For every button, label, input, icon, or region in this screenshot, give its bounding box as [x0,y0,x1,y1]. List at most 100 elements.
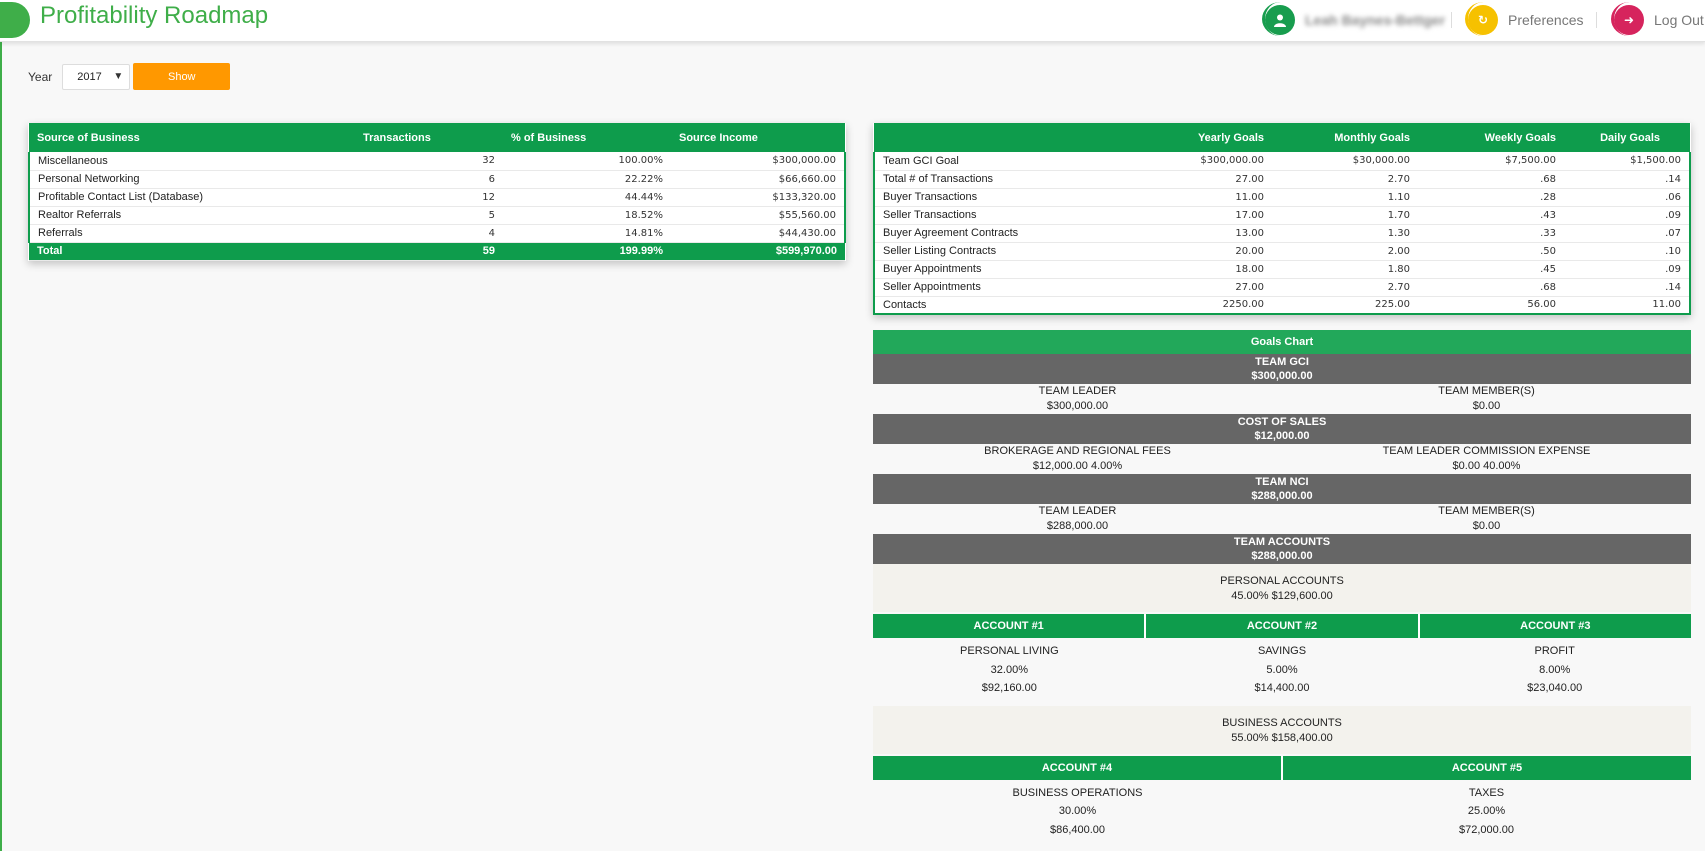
col-income: Source Income [671,123,845,152]
logo-tab[interactable] [0,2,30,38]
table-cell-transactions: 32 [355,152,503,171]
table-cell-daily: .09 [1564,260,1691,279]
account-5-details: TAXES 25.00% $72,000.00 [1282,784,1691,840]
table-cell-yearly: 11.00 [1126,188,1272,207]
refresh-icon: ↻ [1465,2,1498,36]
table-cell-source: Profitable Contact List (Database) [28,188,355,207]
total-income: $599,970.00 [671,242,845,261]
cost-split-brokerage: BROKERAGE AND REGIONAL FEES $12,000.00 4… [873,444,1282,474]
table-cell-percent: 14.81% [503,224,671,243]
year-value: 2017 [77,70,102,83]
table-cell-weekly: 56.00 [1418,296,1564,315]
table-row: Seller Listing Contracts 20.00 2.00.50.10 [873,242,1691,261]
team-nci-block: TEAM NCI $288,000.00 [873,474,1691,504]
table-cell-daily: 11.00 [1564,296,1691,315]
total-label: Total [29,242,355,261]
table-cell-name: Seller Appointments [873,278,1126,297]
account-amount: $92,160.00 [981,682,1037,694]
table-cell-name: Team GCI Goal [873,152,1126,171]
show-button[interactable]: Show [133,63,231,90]
total-row: Total 59 199.99% $599,970.00 [29,242,845,261]
account-4-header: ACCOUNT #4 [873,755,1283,780]
logout-icon: ➜ [1611,2,1644,36]
team-gci-label: TEAM GCI [1255,356,1309,368]
team-gci-block: TEAM GCI $300,000.00 [873,354,1691,384]
table-header-row: Source of Business Transactions % of Bus… [29,123,845,152]
total-transactions: 59 [355,242,503,261]
table-cell-name: Seller Transactions [873,206,1126,225]
cost-split: BROKERAGE AND REGIONAL FEES $12,000.00 4… [873,444,1691,474]
team-nci-value: $288,000.00 [1251,490,1313,502]
table-cell-yearly: 20.00 [1126,242,1272,261]
split-label: TEAM MEMBER(S) [1438,385,1535,397]
split-value: $12,000.00 4.00% [1032,460,1123,472]
table-cell-daily: .07 [1564,224,1691,243]
cost-split-commission: TEAM LEADER COMMISSION EXPENSE $0.00 40.… [1282,444,1691,474]
team-accounts-value: $288,000.00 [1251,550,1313,562]
gci-split-leader: TEAM LEADER $300,000.00 [873,384,1282,414]
user-icon [1262,2,1295,36]
table-row: Buyer Appointments 18.00 1.80.45.09 [873,260,1691,279]
split-value: $0.00 [1472,520,1501,532]
preferences-link[interactable]: ↻ Preferences [1465,2,1584,36]
table-cell-yearly: $300,000.00 [1126,152,1272,171]
table-cell-yearly: 13.00 [1126,224,1272,243]
business-account-details: BUSINESS OPERATIONS 30.00% $86,400.00 TA… [873,780,1691,848]
table-cell-yearly: 27.00 [1126,170,1272,189]
table-cell-weekly: .43 [1418,206,1564,225]
table-row: Seller Appointments 27.00 2.70.68.14 [873,278,1691,297]
user-menu[interactable]: Leah Baynes-Bettger [1262,2,1446,36]
gci-split-members: TEAM MEMBER(S) $0.00 [1282,384,1691,414]
table-cell-percent: 100.00% [503,152,671,171]
nci-split: TEAM LEADER $288,000.00 TEAM MEMBER(S) $… [873,504,1691,534]
business-accounts-block: BUSINESS ACCOUNTS 55.00% $158,400.00 [873,705,1691,754]
goals-chart-title: Goals Chart [873,330,1691,354]
account-amount: $72,000.00 [1458,823,1515,836]
table-cell-yearly: 2250.00 [1126,296,1272,315]
table-cell-monthly: 1.80 [1272,260,1418,279]
table-cell-weekly: .50 [1418,242,1564,261]
table-cell-income: $133,320.00 [671,188,846,207]
table-row: Realtor Referrals 5 18.52% $55,560.00 [28,206,846,225]
table-cell-weekly: .33 [1418,224,1564,243]
preferences-label: Preferences [1508,12,1584,28]
personal-accounts-value: 45.00% $129,600.00 [1231,590,1333,602]
table-cell-monthly: 2.00 [1272,242,1418,261]
table-cell-weekly: .28 [1418,188,1564,207]
account-name: BUSINESS OPERATIONS [1012,786,1143,799]
account-3-details: PROFIT 8.00% $23,040.00 [1418,642,1691,698]
business-accounts-label: BUSINESS ACCOUNTS [1222,716,1342,729]
table-cell-percent: 22.22% [503,170,671,189]
col-weekly: Weekly Goals [1418,123,1564,152]
gci-split: TEAM LEADER $300,000.00 TEAM MEMBER(S) $… [873,384,1691,414]
team-nci-label: TEAM NCI [1255,476,1309,488]
table-cell-source: Personal Networking [28,170,355,189]
col-transactions: Transactions [355,123,503,152]
account-3-header: ACCOUNT #3 [1419,614,1691,638]
table-cell-weekly: .68 [1418,278,1564,297]
col-monthly: Monthly Goals [1272,123,1418,152]
table-row: Miscellaneous 32 100.00% $300,000.00 [28,152,846,171]
table-cell-daily: .06 [1564,188,1691,207]
table-cell-monthly: 2.70 [1272,170,1418,189]
logout-link[interactable]: ➜ Log Out [1611,2,1704,36]
account-amount: $14,400.00 [1254,682,1310,694]
table-cell-income: $55,560.00 [671,206,846,225]
table-cell-source: Miscellaneous [28,152,355,171]
caret-down-icon: ▼ [113,70,124,82]
left-accent-bar [0,0,2,851]
table-cell-income: $300,000.00 [671,152,846,171]
goals-table: Yearly Goals Monthly Goals Weekly Goals … [873,123,1691,315]
account-name: PROFIT [1534,645,1575,657]
table-row: Total # of Transactions 27.00 2.70.68.14 [873,170,1691,189]
total-percent: 199.99% [503,242,671,261]
user-name: Leah Baynes-Bettger [1305,12,1446,28]
year-select[interactable]: 2017 ▼ [62,63,131,90]
split-label: TEAM MEMBER(S) [1438,505,1535,517]
table-header-row: Yearly Goals Monthly Goals Weekly Goals … [874,123,1690,152]
year-filter: Year 2017 ▼ Show [28,63,231,90]
table-cell-yearly: 18.00 [1126,260,1272,279]
account-5-header: ACCOUNT #5 [1283,755,1691,780]
nci-split-members: TEAM MEMBER(S) $0.00 [1282,504,1691,534]
table-cell-yearly: 27.00 [1126,278,1272,297]
